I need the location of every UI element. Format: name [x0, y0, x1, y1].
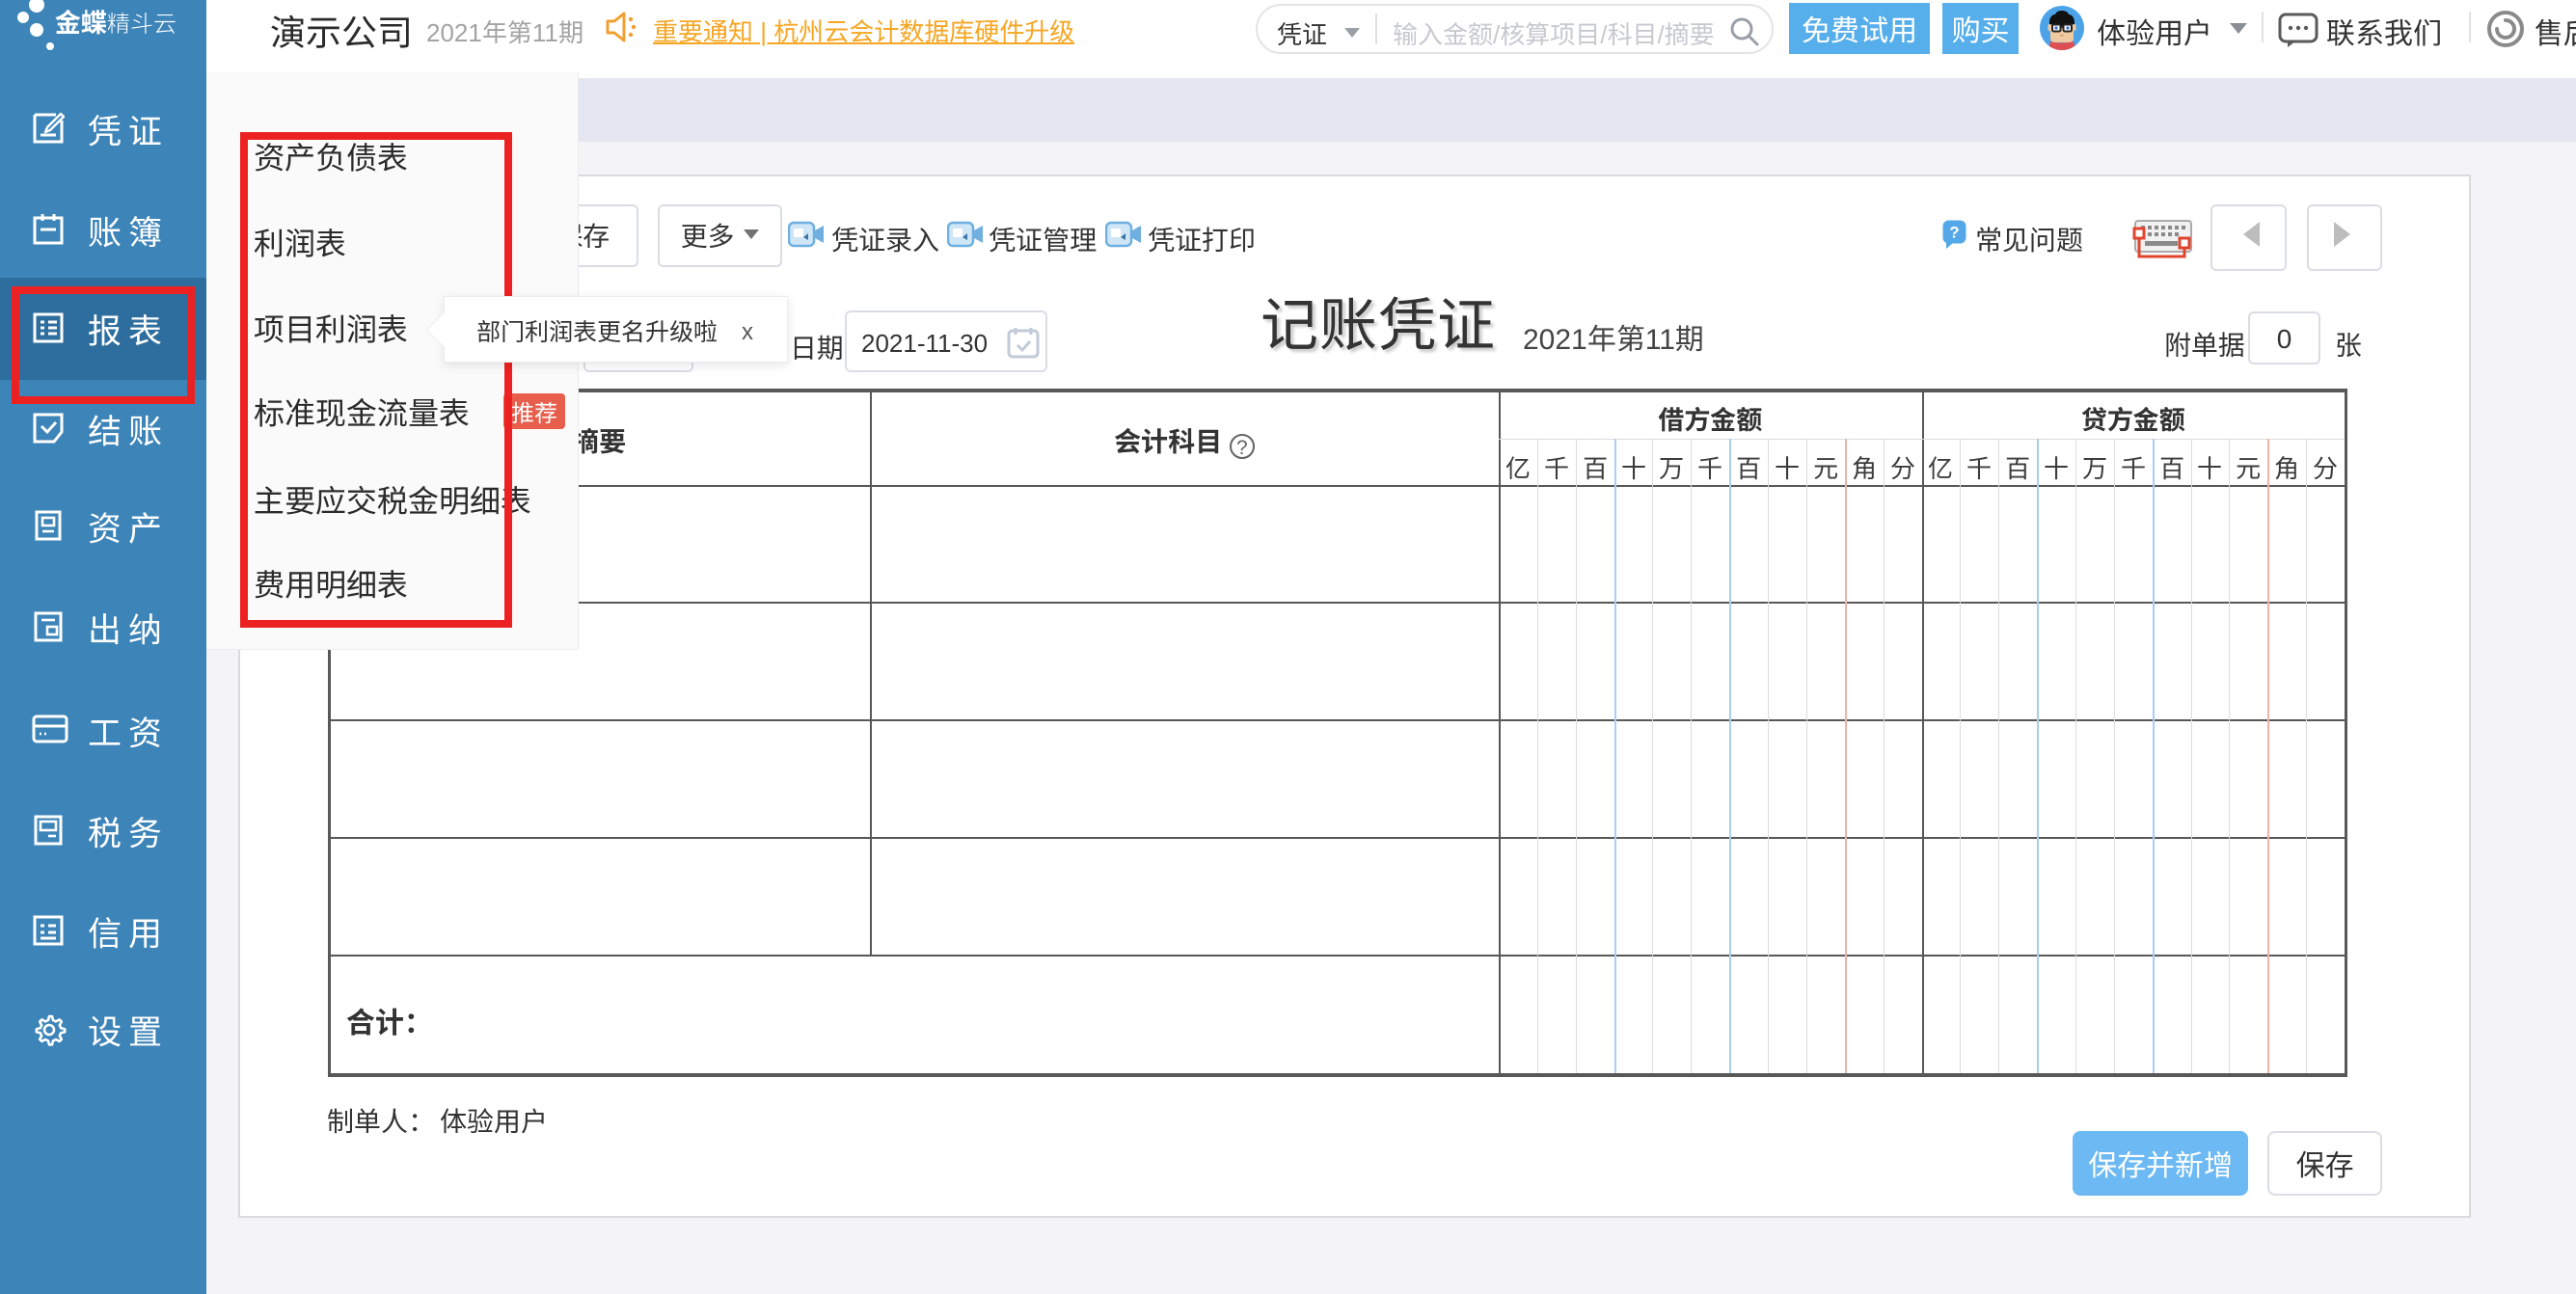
svg-text:?: ? — [1949, 224, 1959, 242]
